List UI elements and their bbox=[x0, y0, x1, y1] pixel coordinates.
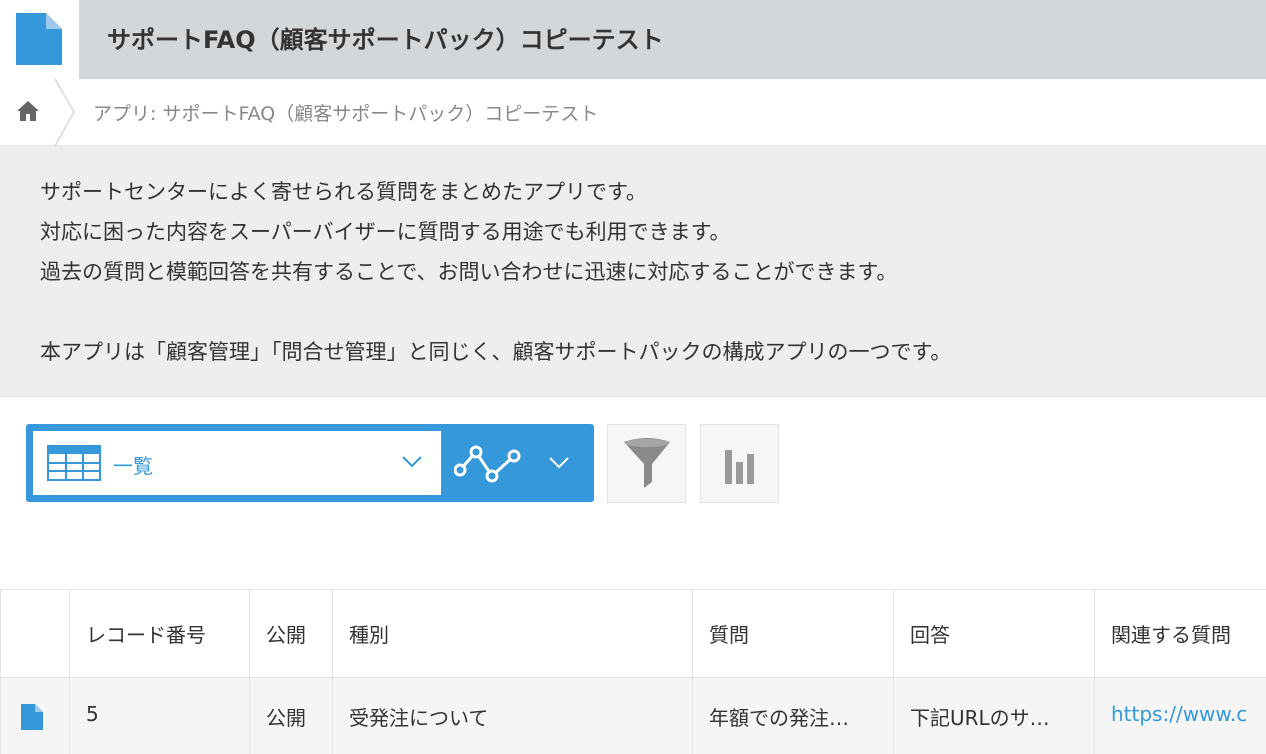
column-header-label: 回答 bbox=[910, 623, 950, 647]
app-header: サポートFAQ（顧客サポートパック）コピーテスト bbox=[0, 0, 1266, 79]
table-header-cell[interactable]: 公開 bbox=[249, 590, 333, 677]
table-header-cell[interactable]: 質問 bbox=[692, 590, 894, 677]
graph-view-icon[interactable] bbox=[454, 444, 522, 484]
table-header-cell[interactable]: 回答 bbox=[893, 590, 1095, 677]
table-row[interactable]: 5 公開 受発注について 年額での発注… 下記URLのサ… https://ww… bbox=[0, 678, 1266, 754]
chevron-down-icon[interactable] bbox=[548, 456, 570, 470]
app-description: サポートセンターによく寄せられる質問をまとめたアプリです。 対応に困った内容をス… bbox=[0, 146, 1266, 397]
view-selector-bar: 一覧 bbox=[26, 424, 594, 502]
table-header-cell[interactable]: 種別 bbox=[332, 590, 693, 677]
document-icon bbox=[16, 13, 62, 65]
filter-button[interactable] bbox=[607, 424, 686, 503]
column-header-label: 種別 bbox=[349, 623, 389, 647]
table-cell: 公開 bbox=[249, 678, 333, 754]
table-cell: 受発注について bbox=[332, 678, 693, 754]
view-name: 一覧 bbox=[113, 454, 153, 478]
home-icon[interactable] bbox=[16, 99, 40, 123]
view-select-dropdown[interactable]: 一覧 bbox=[33, 431, 441, 495]
table-cell: 下記URLのサ… bbox=[893, 678, 1095, 754]
cell-value: 5 bbox=[86, 702, 99, 726]
table-view-icon bbox=[47, 445, 101, 481]
description-line: 対応に困った内容をスーパーバイザーに質問する用途でも利用できます。 bbox=[40, 220, 731, 244]
filter-icon bbox=[624, 438, 670, 488]
breadcrumb-app-link[interactable]: アプリ: サポートFAQ（顧客サポートパック）コピーテスト bbox=[93, 99, 598, 126]
record-detail-icon[interactable] bbox=[21, 704, 43, 730]
breadcrumb-separator-icon bbox=[54, 79, 75, 146]
graph-button[interactable] bbox=[700, 424, 779, 503]
table-header-cell bbox=[0, 590, 70, 677]
related-question-link[interactable]: https://www.c bbox=[1111, 702, 1247, 726]
description-line: サポートセンターによく寄せられる質問をまとめたアプリです。 bbox=[40, 180, 647, 204]
column-header-label: 関連する質問 bbox=[1111, 623, 1231, 647]
title-bar: サポートFAQ（顧客サポートパック）コピーテスト bbox=[79, 0, 1266, 79]
table-cell: 年額での発注… bbox=[692, 678, 894, 754]
table-cell[interactable] bbox=[0, 678, 70, 754]
app-title: サポートFAQ（顧客サポートパック）コピーテスト bbox=[107, 26, 664, 54]
app-icon[interactable] bbox=[0, 0, 79, 79]
column-header-label: 質問 bbox=[709, 623, 749, 647]
table-cell[interactable]: https://www.c bbox=[1094, 678, 1266, 754]
table-header-cell[interactable]: レコード番号 bbox=[69, 590, 250, 677]
breadcrumb: アプリ: サポートFAQ（顧客サポートパック）コピーテスト bbox=[0, 79, 1266, 146]
column-header-label: レコード番号 bbox=[86, 623, 206, 647]
bar-chart-icon bbox=[725, 450, 754, 484]
column-header-label: 公開 bbox=[266, 623, 306, 647]
table-cell: 5 bbox=[69, 678, 250, 754]
table-header-cell[interactable]: 関連する質問 bbox=[1094, 590, 1266, 677]
description-line: 過去の質問と模範回答を共有することで、お問い合わせに迅速に対応することができます… bbox=[40, 260, 898, 284]
cell-value: 下記URLのサ… bbox=[910, 706, 1050, 730]
chevron-down-icon bbox=[402, 456, 422, 468]
cell-value: 年額での発注… bbox=[709, 706, 849, 730]
cell-value: 受発注について bbox=[349, 706, 489, 730]
description-line: 本アプリは「顧客管理」「問合せ管理」と同じく、顧客サポートパックの構成アプリの一… bbox=[40, 340, 952, 364]
table-header-row: レコード番号 公開 種別 質問 回答 関連する質問 bbox=[0, 589, 1266, 678]
cell-value: 公開 bbox=[266, 706, 306, 730]
